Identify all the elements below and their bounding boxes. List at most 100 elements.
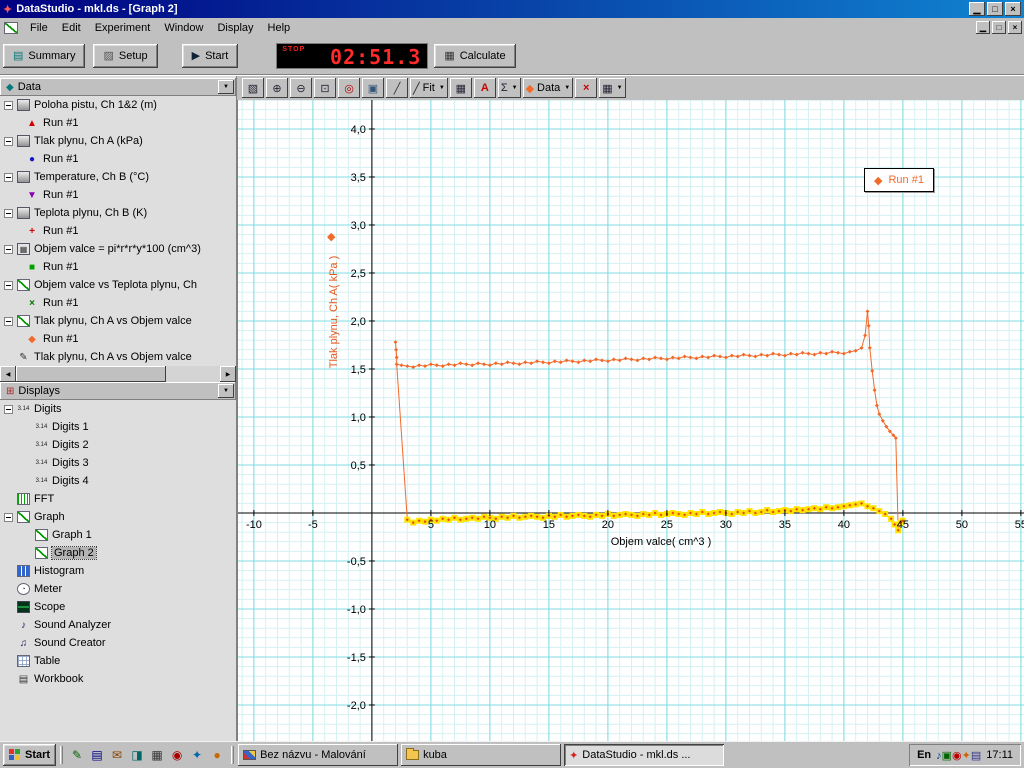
displays-panel-menu-button[interactable]: ▼	[218, 384, 234, 398]
statistics-button[interactable]: Σ▼	[498, 78, 521, 98]
start-button[interactable]: ▶ Start	[182, 44, 239, 68]
display-item[interactable]: FFT	[0, 490, 236, 508]
expand-toggle[interactable]	[4, 281, 13, 290]
data-menu-button[interactable]: ◆Data▼	[523, 78, 574, 98]
graph-plot[interactable]: -10-55101520253035404550554,03,53,02,52,…	[238, 100, 1024, 741]
text-tool-button[interactable]: A	[474, 78, 496, 98]
expand-toggle[interactable]	[4, 101, 13, 110]
display-item[interactable]: Graph	[0, 508, 236, 526]
smart-tool-button[interactable]: ◎	[338, 78, 360, 98]
display-item[interactable]: Graph 1	[0, 526, 236, 544]
graph-display[interactable]: -10-55101520253035404550554,03,53,02,52,…	[237, 100, 1024, 741]
mdi-restore-button[interactable]: □	[992, 21, 1006, 34]
calculate-button[interactable]: ▦ Calculate	[434, 44, 515, 68]
zoom-select-button[interactable]: ⊡	[314, 78, 336, 98]
svg-text:2,0: 2,0	[351, 316, 366, 328]
setup-button[interactable]: ▨ Setup	[93, 44, 157, 68]
minimize-button[interactable]: ▁	[969, 2, 985, 16]
menu-file[interactable]: File	[23, 20, 55, 36]
task-button-folder[interactable]: kuba	[401, 744, 561, 766]
expand-toggle[interactable]	[4, 513, 13, 522]
data-item[interactable]: Tlak plynu, Ch A vs Objem valce	[0, 312, 236, 330]
display-item[interactable]: 3.14Digits 1	[0, 418, 236, 436]
display-item[interactable]: 3.14Digits 2	[0, 436, 236, 454]
data-item[interactable]: Tlak plynu, Ch A (kPa)	[0, 132, 236, 150]
timer-display: STOP 02:51.3	[276, 43, 428, 69]
scrollbar-thumb[interactable]	[16, 366, 166, 382]
maximize-button[interactable]: □	[987, 2, 1003, 16]
graph-settings-button[interactable]: ▦▼	[599, 78, 625, 98]
quicklaunch-globe-icon[interactable]: ✦	[188, 746, 206, 764]
data-item[interactable]: Objem valce vs Teplota plynu, Ch	[0, 276, 236, 294]
run-item[interactable]: ×Run #1	[0, 294, 236, 312]
run-item[interactable]: ▲Run #1	[0, 114, 236, 132]
quicklaunch-desktop-icon[interactable]: ◨	[128, 746, 146, 764]
expand-toggle[interactable]	[4, 173, 13, 182]
display-item[interactable]: 3.14Digits	[0, 400, 236, 418]
display-item[interactable]: ♫Sound Creator	[0, 634, 236, 652]
quicklaunch-orange-app-icon[interactable]: ●	[208, 746, 226, 764]
display-item[interactable]: Histogram	[0, 562, 236, 580]
mdi-close-button[interactable]: ×	[1008, 21, 1022, 34]
expand-toggle[interactable]	[4, 137, 13, 146]
quicklaunch-red-app-icon[interactable]: ◉	[168, 746, 186, 764]
zoom-out-button[interactable]: ⊖	[290, 78, 312, 98]
scheduler-icon[interactable]: ✦	[962, 750, 971, 762]
quicklaunch-notes-icon[interactable]: ✎	[68, 746, 86, 764]
menu-experiment[interactable]: Experiment	[88, 20, 158, 36]
menu-edit[interactable]: Edit	[55, 20, 88, 36]
summary-label: Summary	[28, 50, 75, 62]
quicklaunch-document-icon[interactable]: ▤	[88, 746, 106, 764]
display-item[interactable]: ▤Workbook	[0, 670, 236, 688]
display-settings-icon[interactable]: ▣	[942, 750, 952, 762]
scale-to-fit-button[interactable]: ▧	[242, 78, 264, 98]
expand-toggle[interactable]	[4, 245, 13, 254]
data-item[interactable]: Teplota plynu, Ch B (K)	[0, 204, 236, 222]
display-item-selected[interactable]: Graph 2	[0, 544, 236, 562]
close-button[interactable]: ×	[1005, 2, 1021, 16]
calculator-tool-button[interactable]: ▦	[450, 78, 472, 98]
run-item[interactable]: ■Run #1	[0, 258, 236, 276]
task-button-paint[interactable]: Bez názvu - Malování	[238, 744, 398, 766]
scroll-right-button[interactable]: ▶	[220, 366, 236, 382]
keyboard-layout-indicator[interactable]: En	[917, 749, 931, 761]
display-item[interactable]: 3.14Digits 3	[0, 454, 236, 472]
delete-tool-button[interactable]: ×	[575, 78, 597, 98]
run-item[interactable]: +Run #1	[0, 222, 236, 240]
mdi-minimize-button[interactable]: ▁	[976, 21, 990, 34]
display-item[interactable]: ◔Meter	[0, 580, 236, 598]
fit-menu-button[interactable]: ╱Fit▼	[410, 78, 448, 98]
quicklaunch-media-icon[interactable]: ▦	[148, 746, 166, 764]
network-icon[interactable]: ▤	[971, 750, 981, 762]
data-item[interactable]: ▦Objem valce = pi*r*r*y*100 (cm^3)	[0, 240, 236, 258]
menu-window[interactable]: Window	[157, 20, 210, 36]
data-horizontal-scrollbar[interactable]: ◀ ▶	[0, 366, 236, 382]
run-item[interactable]: ●Run #1	[0, 150, 236, 168]
summary-button[interactable]: ▤ Summary	[3, 44, 85, 68]
data-panel-title: Data	[18, 81, 218, 93]
antivirus-icon[interactable]: ◉	[952, 750, 962, 762]
zoom-in-button[interactable]: ⊕	[266, 78, 288, 98]
display-item[interactable]: Scope	[0, 598, 236, 616]
display-item[interactable]: 3.14Digits 4	[0, 472, 236, 490]
run-item[interactable]: ◆Run #1	[0, 330, 236, 348]
display-item[interactable]: ♪Sound Analyzer	[0, 616, 236, 634]
menu-display[interactable]: Display	[210, 20, 260, 36]
scroll-left-button[interactable]: ◀	[0, 366, 16, 382]
data-item[interactable]: ✎Tlak plynu, Ch A vs Objem valce	[0, 348, 236, 366]
data-item[interactable]: Temperature, Ch B (°C)	[0, 168, 236, 186]
run-item[interactable]: ▼Run #1	[0, 186, 236, 204]
start-menu-button[interactable]: Start	[3, 744, 56, 766]
expand-toggle[interactable]	[4, 209, 13, 218]
selection-tool-button[interactable]: ▣	[362, 78, 384, 98]
data-item[interactable]: Poloha pistu, Ch 1&2 (m)	[0, 96, 236, 114]
menu-help[interactable]: Help	[261, 20, 298, 36]
display-item[interactable]: Table	[0, 652, 236, 670]
task-button-datastudio[interactable]: ✦DataStudio - mkl.ds ...	[564, 744, 724, 766]
slope-tool-button[interactable]: ╱	[386, 78, 408, 98]
expand-toggle[interactable]	[4, 405, 13, 414]
expand-toggle[interactable]	[4, 317, 13, 326]
data-panel-menu-button[interactable]: ▼	[218, 80, 234, 94]
graph-legend[interactable]: ◆ Run #1	[864, 168, 934, 192]
quicklaunch-mail-icon[interactable]: ✉	[108, 746, 126, 764]
